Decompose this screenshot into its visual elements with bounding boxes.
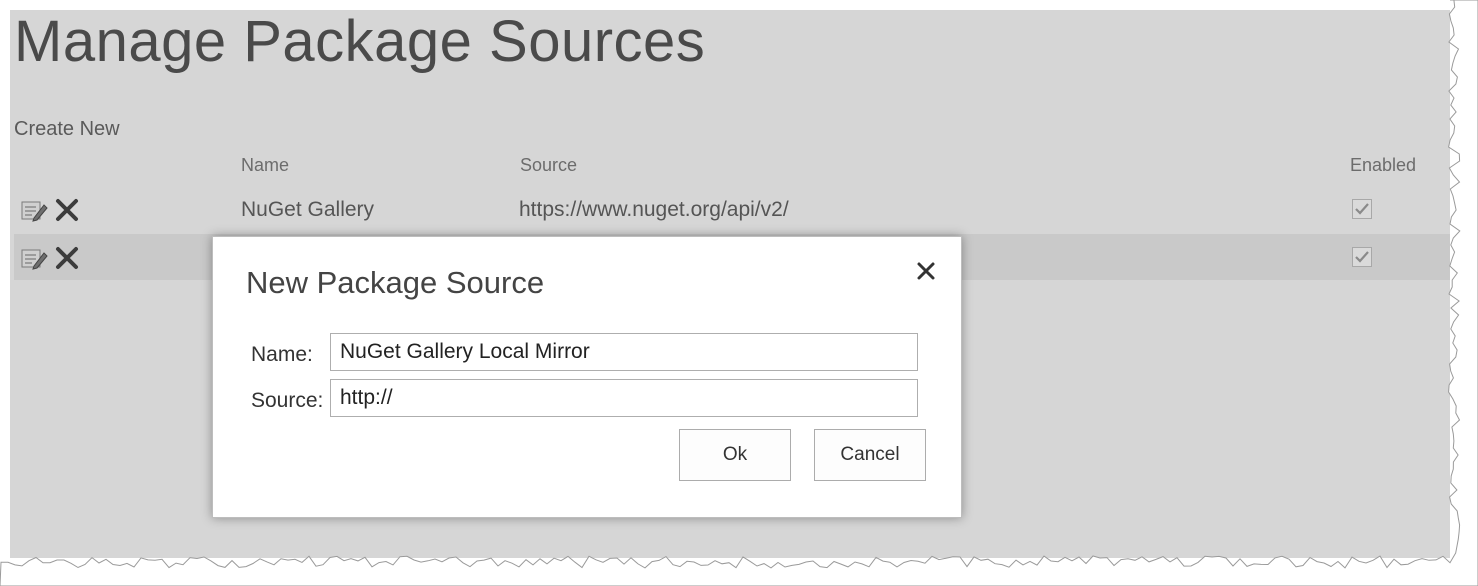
- delete-icon[interactable]: [54, 198, 80, 222]
- column-header-name: Name: [241, 155, 290, 175]
- column-header-enabled: Enabled: [1350, 155, 1417, 175]
- dialog-title: New Package Source: [246, 265, 545, 300]
- edit-icon[interactable]: [20, 198, 48, 222]
- row-source-cell: https://www.nuget.org/api/v2/: [519, 198, 789, 221]
- enabled-checkbox[interactable]: [1352, 199, 1372, 219]
- close-icon[interactable]: [914, 259, 938, 283]
- delete-icon[interactable]: [54, 246, 80, 270]
- new-package-source-dialog: New Package Source Name: Source: Ok Canc…: [212, 236, 962, 518]
- page-title: Manage Package Sources: [14, 10, 706, 74]
- checkmark-icon: [1355, 203, 1369, 215]
- checkmark-icon: [1355, 251, 1369, 263]
- source-input[interactable]: [330, 379, 918, 417]
- screenshot-frame: Manage Package Sources Create New Name S…: [0, 0, 1478, 586]
- enabled-checkbox[interactable]: [1352, 247, 1372, 267]
- name-label: Name:: [251, 343, 313, 366]
- edit-icon[interactable]: [20, 246, 48, 270]
- table-row: NuGet Gallery https://www.nuget.org/api/…: [14, 186, 1450, 232]
- source-label: Source:: [251, 389, 324, 412]
- row-name-cell: NuGet Gallery: [241, 198, 375, 221]
- create-new-link[interactable]: Create New: [14, 118, 120, 141]
- ok-button[interactable]: Ok: [679, 429, 791, 481]
- column-header-source: Source: [520, 155, 578, 175]
- name-input[interactable]: [330, 333, 918, 371]
- cancel-button[interactable]: Cancel: [814, 429, 926, 481]
